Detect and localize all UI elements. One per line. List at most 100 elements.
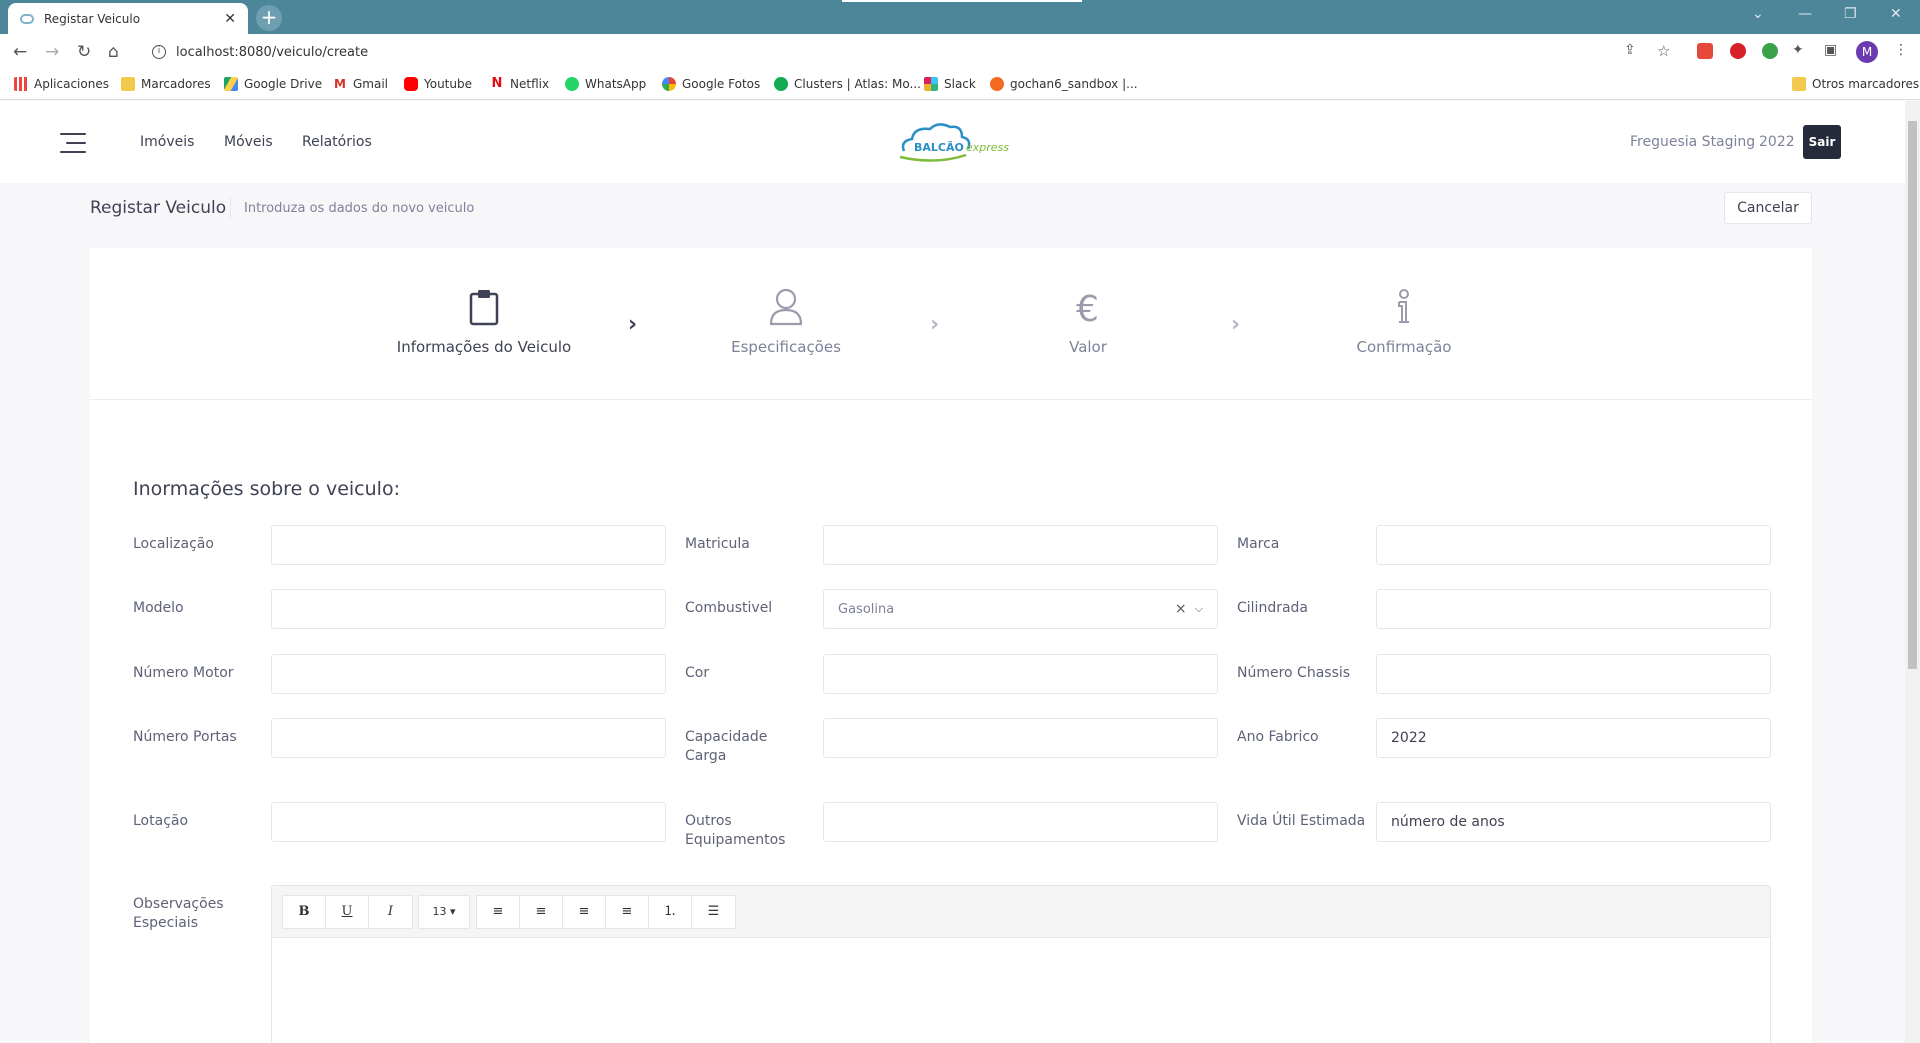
forward-icon[interactable]: → bbox=[45, 42, 59, 62]
numero-portas-label: Número Portas bbox=[133, 729, 237, 745]
clipboard-icon bbox=[469, 290, 499, 326]
ordered-list-button[interactable]: ⒈ bbox=[649, 896, 692, 928]
profile-avatar[interactable]: M bbox=[1856, 41, 1878, 63]
cancel-button[interactable]: Cancelar bbox=[1724, 192, 1812, 224]
browser-menu-icon[interactable]: ⋮ bbox=[1894, 42, 1908, 58]
tab-search-chevron-icon[interactable]: ⌄ bbox=[1752, 6, 1764, 22]
page-title: Registar Veiculo bbox=[90, 198, 227, 218]
page-scrollbar[interactable] bbox=[1905, 101, 1920, 1043]
logout-button[interactable]: Sair bbox=[1803, 125, 1841, 159]
browser-tabstrip: Registar Veiculo ✕ + ⌄ — ❐ ✕ bbox=[0, 0, 1920, 34]
localizacao-input[interactable] bbox=[271, 525, 666, 565]
balcao-express-logo[interactable]: BALCÃO express bbox=[896, 121, 1016, 167]
ano-fabrico-input[interactable] bbox=[1376, 718, 1771, 758]
numero-chassis-label: Número Chassis bbox=[1237, 665, 1351, 681]
back-icon[interactable]: ← bbox=[13, 42, 27, 62]
bookmark-netflix[interactable]: N Netflix bbox=[490, 77, 549, 91]
underline-button[interactable]: U bbox=[326, 896, 369, 928]
sandbox-icon bbox=[990, 77, 1004, 91]
chevron-down-icon[interactable]: ⌵ bbox=[1195, 602, 1203, 616]
mongodb-leaf-icon bbox=[774, 77, 788, 91]
wizard-step-especificacoes[interactable]: Especificações bbox=[676, 288, 896, 356]
font-size-dropdown[interactable]: 13 ▾ bbox=[418, 895, 470, 929]
scrollbar-thumb[interactable] bbox=[1908, 121, 1917, 669]
window-close-icon[interactable]: ✕ bbox=[1890, 6, 1902, 22]
observacoes-rich-editor: B U I 13 ▾ ≡ ≡ ≡ ≡ ⒈ ☰ bbox=[271, 885, 1771, 1043]
side-panel-icon[interactable]: ▣ bbox=[1824, 42, 1837, 58]
combustivel-select[interactable]: Gasolina × ⌵ bbox=[823, 589, 1218, 629]
capacidade-carga-input[interactable] bbox=[823, 718, 1218, 758]
numero-portas-input[interactable] bbox=[271, 718, 666, 758]
share-icon[interactable]: ⇪ bbox=[1624, 42, 1636, 58]
observacoes-label: Observações Especiais bbox=[133, 896, 224, 931]
wizard-step-valor[interactable]: € Valor bbox=[978, 288, 1198, 356]
extension-percent-icon[interactable] bbox=[1697, 43, 1713, 59]
extensions-puzzle-icon[interactable]: ✦ bbox=[1792, 42, 1804, 58]
bookmark-star-icon[interactable]: ☆ bbox=[1657, 42, 1670, 60]
page-description: Introduza os dados do novo veiculo bbox=[244, 201, 475, 216]
cilindrada-input[interactable] bbox=[1376, 589, 1771, 629]
browser-tab[interactable]: Registar Veiculo ✕ bbox=[8, 3, 248, 34]
nav-relatorios[interactable]: Relatórios bbox=[302, 134, 372, 150]
nav-imoveis[interactable]: Imóveis bbox=[140, 134, 194, 150]
unordered-list-button[interactable]: ☰ bbox=[692, 896, 735, 928]
marca-input[interactable] bbox=[1376, 525, 1771, 565]
wizard-step-label: Informações do Veiculo bbox=[396, 338, 572, 356]
bookmark-sandbox[interactable]: gochan6_sandbox |... bbox=[990, 77, 1138, 91]
bookmark-marcadores[interactable]: Marcadores bbox=[121, 77, 211, 91]
modelo-input[interactable] bbox=[271, 589, 666, 629]
new-tab-button[interactable]: + bbox=[256, 5, 282, 31]
vida-util-input[interactable] bbox=[1376, 802, 1771, 842]
cor-label: Cor bbox=[685, 665, 710, 681]
bookmark-clusters-atlas[interactable]: Clusters | Atlas: Mo... bbox=[774, 77, 921, 91]
subheader-divider bbox=[230, 197, 231, 219]
outros-equipamentos-input[interactable] bbox=[823, 802, 1218, 842]
bookmark-google-drive[interactable]: Google Drive bbox=[224, 77, 322, 91]
numero-chassis-input[interactable] bbox=[1376, 654, 1771, 694]
gmail-icon: M bbox=[333, 77, 347, 91]
italic-button[interactable]: I bbox=[369, 896, 412, 928]
app-header: Imóveis Móveis Relatórios BALCÃO express… bbox=[0, 101, 1905, 183]
whatsapp-icon bbox=[565, 77, 579, 91]
cor-input[interactable] bbox=[823, 654, 1218, 694]
matricula-input[interactable] bbox=[823, 525, 1218, 565]
extension-gear-icon[interactable] bbox=[1762, 43, 1778, 59]
align-center-button[interactable]: ≡ bbox=[520, 896, 563, 928]
align-left-button[interactable]: ≡ bbox=[477, 896, 520, 928]
editor-content-area[interactable] bbox=[272, 938, 1770, 1043]
bookmark-youtube[interactable]: Youtube bbox=[404, 77, 472, 91]
bookmark-google-fotos[interactable]: Google Fotos bbox=[662, 77, 760, 91]
slack-icon bbox=[924, 77, 938, 91]
bookmark-whatsapp[interactable]: WhatsApp bbox=[565, 77, 646, 91]
cilindrada-label: Cilindrada bbox=[1237, 600, 1309, 616]
nav-moveis[interactable]: Móveis bbox=[224, 134, 273, 150]
wizard-step-informacoes[interactable]: Informações do Veiculo bbox=[374, 288, 594, 356]
bookmark-gmail[interactable]: M Gmail bbox=[333, 77, 388, 91]
extension-opera-icon[interactable] bbox=[1730, 43, 1746, 59]
capacidade-carga-label: Capacidade Carga bbox=[685, 729, 768, 764]
clear-selection-icon[interactable]: × bbox=[1175, 601, 1187, 617]
numero-motor-input[interactable] bbox=[271, 654, 666, 694]
reload-icon[interactable]: ↻ bbox=[77, 42, 91, 62]
site-info-icon[interactable]: i bbox=[152, 45, 166, 59]
outros-equipamentos-label: Outros Equipamentos bbox=[685, 813, 786, 848]
tab-close-icon[interactable]: ✕ bbox=[224, 11, 236, 27]
bookmark-aplicaciones[interactable]: Aplicaciones bbox=[14, 77, 109, 91]
url-text: localhost:8080/veiculo/create bbox=[176, 44, 369, 60]
google-drive-icon bbox=[224, 77, 238, 91]
wizard-step-label: Valor bbox=[1069, 338, 1107, 356]
bookmark-slack[interactable]: Slack bbox=[924, 77, 976, 91]
lotacao-input[interactable] bbox=[271, 802, 666, 842]
hamburger-menu-icon[interactable] bbox=[60, 133, 86, 153]
modelo-label: Modelo bbox=[133, 600, 184, 616]
align-right-button[interactable]: ≡ bbox=[563, 896, 606, 928]
bold-button[interactable]: B bbox=[283, 896, 326, 928]
home-icon[interactable]: ⌂ bbox=[108, 42, 119, 62]
url-bar[interactable]: i localhost:8080/veiculo/create bbox=[142, 38, 1672, 66]
justify-button[interactable]: ≡ bbox=[606, 896, 649, 928]
bookmark-otros-marcadores[interactable]: Otros marcadores bbox=[1792, 77, 1919, 91]
tab-title: Registar Veiculo bbox=[44, 11, 141, 26]
minimize-icon[interactable]: — bbox=[1798, 6, 1812, 22]
wizard-step-confirmacao[interactable]: Confirmação bbox=[1294, 288, 1514, 356]
restore-icon[interactable]: ❐ bbox=[1844, 6, 1857, 22]
